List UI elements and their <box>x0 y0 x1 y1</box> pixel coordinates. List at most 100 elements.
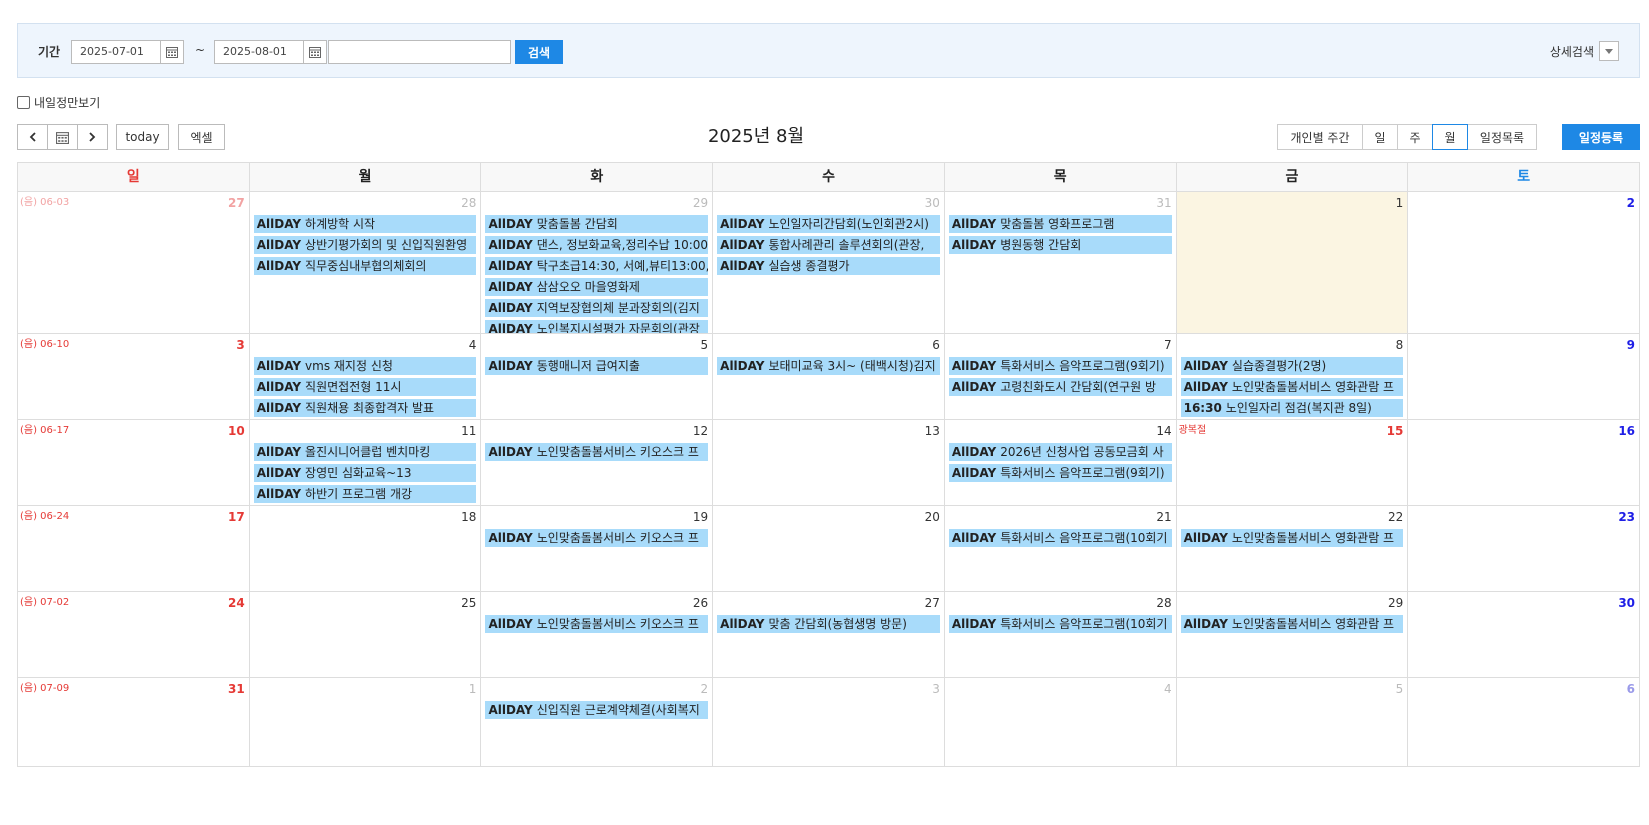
calendar-day-cell[interactable]: 1 <box>1176 192 1409 334</box>
calendar-event[interactable]: AllDAY 지역보장협의체 분과장회의(김지 <box>485 299 709 317</box>
calendar-day-cell[interactable]: 광복절 15 <box>1176 420 1409 506</box>
day-number[interactable]: 23 <box>1618 510 1635 524</box>
calendar-day-cell[interactable]: 28 AllDAY 특화서비스 음악프로그램(10회기 <box>944 592 1177 678</box>
calendar-day-cell[interactable]: (음) 06-03 27 <box>18 192 250 334</box>
calendar-event[interactable]: AllDAY 신입직원 근로계약체결(사회복지 <box>485 701 709 719</box>
calendar-day-cell[interactable]: 14 AllDAY 2026년 신청사업 공동모금회 사 AllDAY 특화서비스 음악… <box>944 420 1177 506</box>
day-number[interactable]: 6 <box>1627 682 1635 696</box>
calendar-event[interactable]: AllDAY 통합사례관리 솔루션회의(관장, <box>717 236 940 254</box>
calendar-day-cell[interactable]: 25 <box>249 592 482 678</box>
view-personal-weekly-button[interactable]: 개인별 주간 <box>1277 124 1363 150</box>
calendar-day-cell[interactable]: 5 <box>1176 678 1409 767</box>
calendar-event[interactable]: AllDAY 보태미교육 3시~ (태백시청)김지 <box>717 357 940 375</box>
day-number[interactable]: 6 <box>932 338 940 352</box>
calendar-day-cell[interactable]: 1 <box>249 678 482 767</box>
calendar-day-cell[interactable]: 6 AllDAY 보태미교육 3시~ (태백시청)김지 <box>713 334 945 420</box>
day-number[interactable]: 14 <box>1156 424 1171 438</box>
calendar-day-cell[interactable]: 2 <box>1408 192 1641 334</box>
day-number[interactable]: 11 <box>461 424 476 438</box>
day-number[interactable]: 3 <box>236 338 244 352</box>
calendar-day-cell[interactable]: 30 <box>1408 592 1641 678</box>
calendar-day-cell[interactable]: 6 <box>1408 678 1641 767</box>
calendar-event[interactable]: AllDAY 실습종결평가(2명) <box>1180 357 1404 375</box>
calendar-day-cell[interactable]: (음) 07-02 24 <box>18 592 250 678</box>
day-number[interactable]: 31 <box>1156 196 1171 210</box>
calendar-event[interactable]: AllDAY 노인맞춤돌봄서비스 키오스크 프 <box>485 443 709 461</box>
calendar-event[interactable]: AllDAY 노인맞춤돌봄서비스 영화관람 프 <box>1180 378 1404 396</box>
calendar-event[interactable]: AllDAY 특화서비스 음악프로그램(9회기) <box>948 357 1172 375</box>
day-number[interactable]: 21 <box>1156 510 1171 524</box>
calendar-day-cell[interactable]: 11 AllDAY 올진시니어클럽 벤치마킹 AllDAY 장영민 심화교육~13 All… <box>249 420 482 506</box>
calendar-event[interactable]: AllDAY 동행매니저 급여지출 <box>485 357 709 375</box>
calendar-event[interactable]: AllDAY 직원면접전형 11시 <box>253 378 477 396</box>
calendar-day-cell[interactable]: 8 AllDAY 실습종결평가(2명) AllDAY 노인맞춤돌봄서비스 영화관람 프1… <box>1176 334 1409 420</box>
calendar-day-cell[interactable]: 19 AllDAY 노인맞춤돌봄서비스 키오스크 프 <box>481 506 714 592</box>
day-number[interactable]: 19 <box>693 510 708 524</box>
calendar-day-cell[interactable]: 7 AllDAY 특화서비스 음악프로그램(9회기) AllDAY 고령친화도시 간담회… <box>944 334 1177 420</box>
calendar-event[interactable]: AllDAY 맞춤돌봄 간담회 <box>485 215 709 233</box>
calendar-event[interactable]: AllDAY vms 재지정 신청 <box>253 357 477 375</box>
calendar-event[interactable]: AllDAY 특화서비스 음악프로그램(10회기 <box>948 615 1172 633</box>
day-number[interactable]: 4 <box>469 338 477 352</box>
calendar-event[interactable]: AllDAY 댄스, 정보화교육,정리수납 10:00 <box>485 236 709 254</box>
day-number[interactable]: 4 <box>1164 682 1172 696</box>
view-day-button[interactable]: 일 <box>1362 124 1398 150</box>
day-number[interactable]: 1 <box>469 682 477 696</box>
day-number[interactable]: 28 <box>461 196 476 210</box>
day-number[interactable]: 17 <box>228 510 245 524</box>
calendar-event[interactable]: AllDAY 하반기 프로그램 개강 <box>253 485 477 503</box>
calendar-event[interactable]: AllDAY 고령친화도시 간담회(연구원 방 <box>948 378 1172 396</box>
calendar-day-cell[interactable]: (음) 06-10 3 <box>18 334 250 420</box>
detail-search-label[interactable]: 상세검색 <box>1550 43 1594 60</box>
register-schedule-button[interactable]: 일정등록 <box>1562 124 1640 150</box>
calendar-day-cell[interactable]: 31 AllDAY 맞춤돌봄 영화프로그램 AllDAY 병원동행 간담회 <box>944 192 1177 334</box>
calendar-day-cell[interactable]: 18 <box>249 506 482 592</box>
calendar-day-cell[interactable]: 30 AllDAY 노인일자리간담회(노인회관2시) AllDAY 통합사례관리 솔루션… <box>713 192 945 334</box>
start-date-calendar-button[interactable] <box>160 40 184 64</box>
end-date-calendar-button[interactable] <box>303 40 327 64</box>
day-number[interactable]: 10 <box>228 424 245 438</box>
view-schedule-list-button[interactable]: 일정목록 <box>1467 124 1537 150</box>
detail-search-dropdown[interactable] <box>1599 41 1619 61</box>
tomorrow-only-checkbox[interactable] <box>17 96 30 109</box>
calendar-day-cell[interactable]: 22 AllDAY 노인맞춤돌봄서비스 영화관람 프 <box>1176 506 1409 592</box>
calendar-day-cell[interactable]: 26 AllDAY 노인맞춤돌봄서비스 키오스크 프 <box>481 592 714 678</box>
day-number[interactable]: 22 <box>1388 510 1403 524</box>
day-number[interactable]: 5 <box>1396 682 1404 696</box>
calendar-event[interactable]: AllDAY 특화서비스 음악프로그램(9회기) <box>948 464 1172 482</box>
day-number[interactable]: 9 <box>1627 338 1635 352</box>
view-week-button[interactable]: 주 <box>1397 124 1433 150</box>
calendar-event[interactable]: AllDAY 2026년 신청사업 공동모금회 사 <box>948 443 1172 461</box>
calendar-day-cell[interactable]: 3 <box>713 678 945 767</box>
day-number[interactable]: 31 <box>228 682 245 696</box>
calendar-event[interactable]: AllDAY 병원동행 간담회 <box>948 236 1172 254</box>
day-number[interactable]: 26 <box>693 596 708 610</box>
day-number[interactable]: 5 <box>701 338 709 352</box>
day-number[interactable]: 2 <box>1627 196 1635 210</box>
day-number[interactable]: 3 <box>932 682 940 696</box>
calendar-day-cell[interactable]: 5 AllDAY 동행매니저 급여지출 <box>481 334 714 420</box>
day-number[interactable]: 15 <box>1387 424 1404 438</box>
calendar-day-cell[interactable]: 12 AllDAY 노인맞춤돌봄서비스 키오스크 프 <box>481 420 714 506</box>
day-number[interactable]: 30 <box>925 196 940 210</box>
calendar-day-cell[interactable]: 4 <box>944 678 1177 767</box>
end-date-input[interactable]: 2025-08-01 <box>214 40 304 64</box>
calendar-event[interactable]: AllDAY 장영민 심화교육~13 <box>253 464 477 482</box>
day-number[interactable]: 1 <box>1396 196 1404 210</box>
calendar-event[interactable]: AllDAY 노인복지시설평가 자문회의(관장 <box>485 320 709 333</box>
calendar-event[interactable]: AllDAY 노인맞춤돌봄서비스 영화관람 프 <box>1180 529 1404 547</box>
day-number[interactable]: 24 <box>228 596 245 610</box>
view-month-button[interactable]: 월 <box>1432 124 1468 150</box>
day-number[interactable]: 25 <box>461 596 476 610</box>
day-number[interactable]: 29 <box>693 196 708 210</box>
calendar-event[interactable]: AllDAY 올진시니어클럽 벤치마킹 <box>253 443 477 461</box>
calendar-event[interactable]: AllDAY 실습생 종결평가 <box>717 257 940 275</box>
day-number[interactable]: 30 <box>1618 596 1635 610</box>
calendar-event[interactable]: AllDAY 상반기평가회의 및 신입직원환영 <box>253 236 477 254</box>
calendar-day-cell[interactable]: (음) 07-09 31 <box>18 678 250 767</box>
calendar-day-cell[interactable]: 29 AllDAY 맞춤돌봄 간담회 AllDAY 댄스, 정보화교육,정리수납 10:… <box>481 192 714 334</box>
calendar-event[interactable]: AllDAY 노인일자리간담회(노인회관2시) <box>717 215 940 233</box>
calendar-day-cell[interactable]: 2 AllDAY 신입직원 근로계약체결(사회복지 <box>481 678 714 767</box>
day-number[interactable]: 7 <box>1164 338 1172 352</box>
day-number[interactable]: 2 <box>701 682 709 696</box>
